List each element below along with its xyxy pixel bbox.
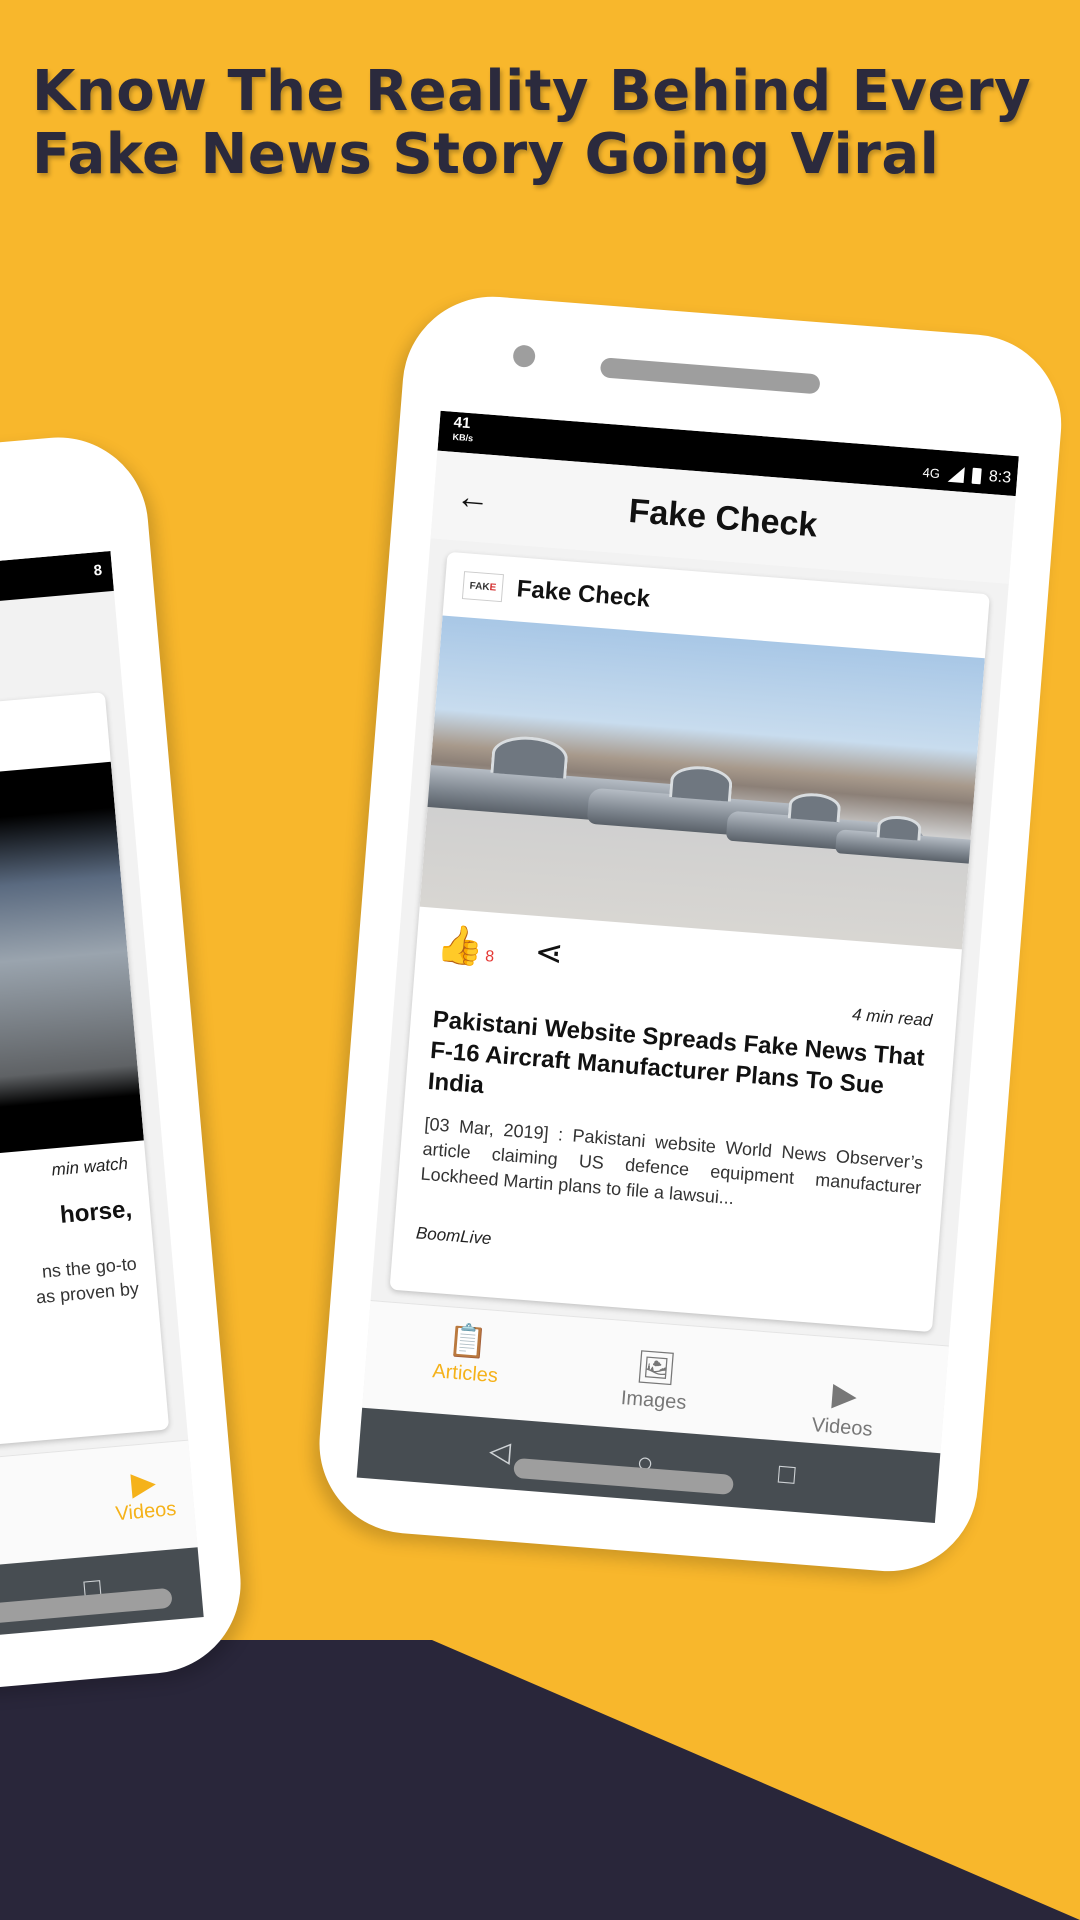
- phone-left-body-line-2: as proven by: [35, 1278, 140, 1308]
- videos-icon: ▶: [129, 1463, 158, 1502]
- nav-images-label: Images: [620, 1386, 688, 1415]
- headline-line-1: Know The Reality Behind Every: [32, 59, 1032, 124]
- nav-articles-label: Articles: [431, 1360, 499, 1388]
- logo-text-accent: E: [489, 581, 497, 594]
- phone-screen: 41 KB/s 4G 8:3 ← Fake Check FAK E Fake Ch…: [362, 410, 1019, 1454]
- read-time: 4 min read: [851, 1004, 934, 1031]
- article-publisher: BoomLive: [415, 1223, 493, 1249]
- jet-canopy: [876, 814, 923, 841]
- front-camera: [512, 344, 536, 368]
- phone-left-nav-videos-label: Videos: [114, 1497, 178, 1526]
- app-title: Fake Check: [627, 491, 819, 545]
- like-count: 8: [484, 947, 495, 966]
- network-speed-unit: KB/s: [452, 431, 474, 444]
- videos-icon: ▶: [830, 1375, 859, 1414]
- jet-canopy: [490, 733, 570, 779]
- clipboard-icon: 📋: [446, 1321, 490, 1361]
- headline-line-2: Fake News Story Going Viral: [32, 122, 940, 187]
- earpiece-speaker: [599, 357, 821, 395]
- phone-left-article-card[interactable]: min watch horse, ns the go-to as proven …: [0, 692, 170, 1477]
- status-time: 8:3: [988, 468, 1012, 487]
- nav-images[interactable]: 🖼 Images: [563, 1343, 747, 1420]
- status-indicators: 4G 8:3: [922, 463, 1012, 488]
- thumbs-up-icon[interactable]: 👍: [435, 923, 485, 969]
- phone-left-body-line-1: ns the go-to: [41, 1253, 138, 1282]
- network-type: 4G: [922, 464, 941, 481]
- article-image[interactable]: [407, 615, 987, 950]
- card-actions: 👍 8 ⋖: [435, 923, 565, 974]
- phone-left-video-thumbnail[interactable]: [0, 761, 144, 1188]
- card-header: FAK E Fake Check: [461, 571, 651, 614]
- jet-canopy: [669, 763, 734, 802]
- phone-left-title[interactable]: horse,: [59, 1196, 133, 1230]
- nav-articles[interactable]: 📋 Articles: [374, 1316, 558, 1393]
- back-triangle-icon[interactable]: ◁: [488, 1434, 512, 1470]
- article-card[interactable]: FAK E Fake Check 👍 8 ⋖ 4 min read Pakist…: [389, 551, 990, 1333]
- phone-left-watch-time: min watch: [50, 1153, 129, 1180]
- images-icon: 🖼: [634, 1348, 678, 1388]
- share-icon[interactable]: ⋖: [533, 932, 565, 974]
- background-dark-wedge: [0, 1640, 1080, 1920]
- phone-left-status-text: 8: [93, 561, 103, 580]
- source-logo: FAK E: [461, 571, 504, 603]
- phone-left-status-bar: 8: [0, 551, 114, 642]
- recent-apps-icon[interactable]: □: [777, 1457, 797, 1492]
- phone-left-body: ns the go-to as proven by: [0, 1252, 140, 1345]
- promo-headline: Know The Reality Behind Every Fake News …: [32, 60, 1031, 186]
- jet-canopy: [787, 791, 842, 823]
- nav-videos[interactable]: ▶ Videos: [751, 1370, 935, 1447]
- phone-left-screen: 8 min watch horse, ns the go-to as prove…: [0, 551, 198, 1598]
- phone-left-nav-videos[interactable]: ▶ Videos: [112, 1462, 178, 1526]
- source-name: Fake Check: [515, 575, 651, 613]
- phone-left-mockup: 8 min watch horse, ns the go-to as prove…: [0, 430, 249, 1723]
- phone-mockup: 41 KB/s 4G 8:3 ← Fake Check FAK E Fake Ch…: [312, 290, 1068, 1578]
- battery-icon: [971, 467, 982, 485]
- nav-videos-label: Videos: [810, 1414, 874, 1441]
- network-speed: 41 KB/s: [452, 414, 475, 446]
- logo-text: FAK: [469, 580, 491, 593]
- signal-icon: [947, 465, 965, 484]
